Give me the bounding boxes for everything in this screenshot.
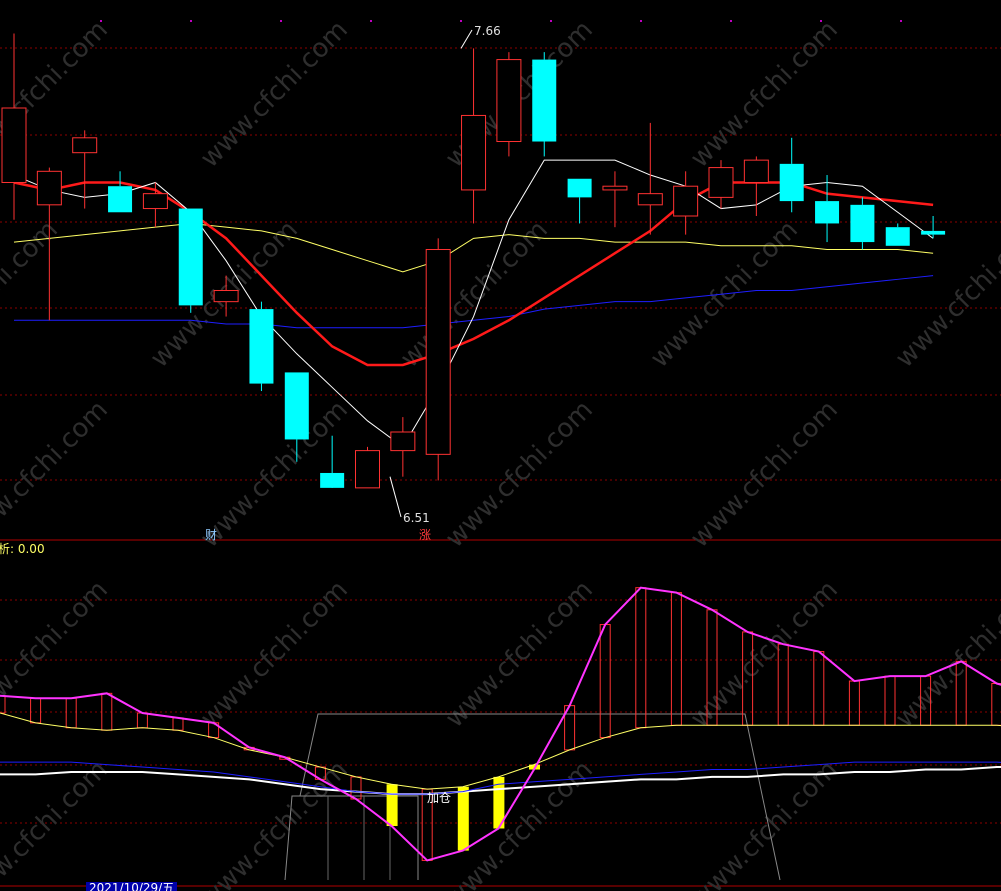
osc-bar [884,675,896,726]
osc-label: 分析: 0.00 [0,542,45,556]
osc-bar [991,683,1001,726]
candle [249,301,274,392]
marker-zhang[interactable]: 涨 [419,526,431,543]
candle [885,223,910,246]
watermark-text: www.cfchi.com [0,395,114,554]
candle-body [496,59,522,143]
watermark-text: www.cfchi.com [440,395,599,554]
candle [567,178,592,224]
watermark-text: www.cfchi.com [685,575,844,734]
osc-bar [635,587,647,729]
candle-body [743,159,769,183]
watermark-text: www.cfchi.com [195,575,354,734]
osc-bar [599,624,611,739]
top-tick-marker [900,20,902,22]
candle-body [425,249,451,455]
candle-body [142,193,168,210]
candle [850,197,875,250]
top-tick-marker [370,20,372,22]
watermark-text: www.cfchi.com [685,395,844,554]
grid-layer [0,20,1001,887]
candle [532,52,557,157]
candle-body [532,59,557,142]
watermark-text: www.cfchi.com [890,575,1001,734]
osc-bar [65,697,77,729]
watermark-text: www.cfchi.com [195,15,354,174]
candle-body [921,230,946,235]
candle-body [320,472,345,488]
low-pointer [389,476,402,518]
kline-chart: www.cfchi.com www.cfchi.com www.cfchi.com w… [0,15,1001,891]
watermark-text: www.cfchi.com [0,215,64,374]
candle-body [249,309,274,384]
candle [461,48,487,224]
top-tick-marker [280,20,282,22]
watermark-layer: www.cfchi.com www.cfchi.com www.cfchi.com w… [0,15,1001,891]
watermark-text: www.cfchi.com [0,575,114,734]
candle-body [815,201,840,224]
candle [496,52,522,157]
candle-body [72,137,98,154]
candle-body [178,208,203,306]
top-tick-marker [100,20,102,22]
candle-body [1,107,27,183]
signal-label: 加仓 [427,791,452,805]
candle-body [708,167,734,198]
candle-body [355,450,380,489]
top-tick-marker [730,20,732,22]
high-price-label: 7.66 [474,24,501,38]
candle [390,417,416,477]
candle [921,216,946,239]
candle [1,33,27,220]
top-tick-marker [460,20,462,22]
high-pointer [460,29,473,49]
candle-body [850,204,875,243]
top-tick-marker [550,20,552,22]
candle-body [461,114,487,191]
candle [425,238,451,481]
top-tick-marker [190,20,192,22]
osc-bar [172,717,184,731]
candle [637,122,663,235]
candle [708,160,734,209]
osc-bar [670,592,682,726]
candle-body [673,185,699,217]
osc-bar [136,712,148,729]
candle-body [602,185,628,191]
candle-body [779,163,804,202]
candle [673,171,699,235]
candle [743,156,769,216]
candle-body [885,227,910,246]
candle-body [567,178,592,198]
osc-bar [848,680,860,726]
candle [815,175,840,243]
candle-body [390,431,416,452]
date-label[interactable]: 2021/10/29/五 [86,882,178,891]
watermark-text: www.cfchi.com [685,15,844,174]
chart-canvas: www.cfchi.com www.cfchi.com www.cfchi.com w… [0,0,1001,891]
top-tick-marker [640,20,642,22]
candle [108,171,133,213]
marker-cai[interactable]: 财 [205,526,217,543]
osc-yellow-bar [457,786,469,851]
osc-bar [813,651,825,726]
candle-body [108,186,133,213]
candle-body [637,193,663,206]
candle [178,208,203,313]
candle [779,137,804,213]
candle [602,171,628,228]
low-price-label: 6.51 [403,511,430,525]
candle [355,446,380,489]
candle-body [36,170,62,206]
osc-bar [30,697,42,724]
candle-body [284,372,309,440]
osc-yellow-bar [386,784,398,827]
candle-body [213,289,239,303]
